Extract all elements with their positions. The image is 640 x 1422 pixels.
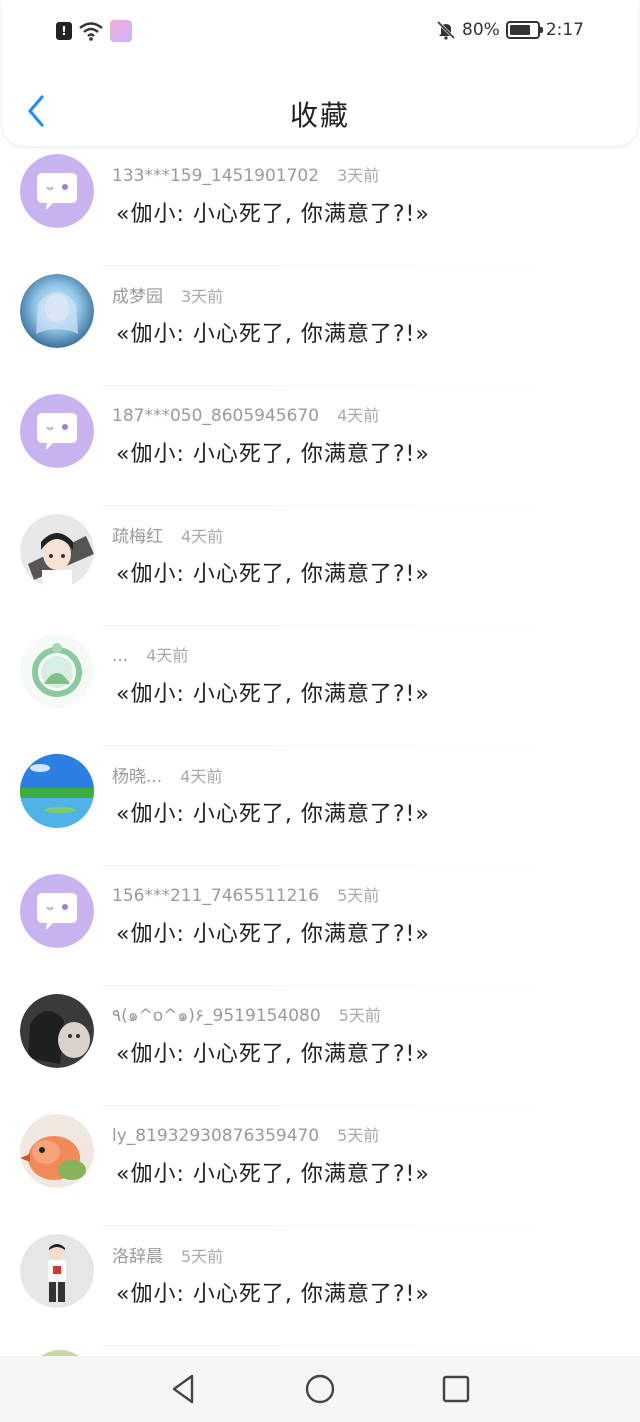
item-meta: 疏梅红 4天前: [112, 522, 223, 547]
quote-text[interactable]: «伽小: 小心死了, 你满意了?!»: [116, 316, 430, 348]
timestamp: 5天前: [337, 1126, 380, 1145]
favorites-list: 133***159_1451901702 3天前 «伽小: 小心死了, 你满意了?!…: [0, 146, 640, 1346]
battery-icon: [505, 21, 543, 39]
username[interactable]: ٩(๑^o^๑)۶_9519154080: [112, 1002, 321, 1029]
favorites-page: ! 80% 2:17 收藏 133***159_1451901702 3天前 «…: [0, 0, 640, 1422]
list-item[interactable]: ٩(๑^o^๑)۶_9519154080 5天前 «伽小: 小心死了, 你满意了?!…: [0, 986, 640, 1106]
divider: [100, 1345, 532, 1346]
circle-home-icon[interactable]: [302, 1371, 338, 1407]
avatar[interactable]: [20, 154, 94, 228]
avatar[interactable]: [20, 874, 94, 948]
username[interactable]: 187***050_8605945670: [112, 406, 319, 426]
item-meta: 成梦园 3天前: [112, 282, 223, 307]
avatar[interactable]: [20, 514, 94, 588]
timestamp: 4天前: [181, 527, 224, 546]
wifi-icon: [79, 22, 103, 41]
username[interactable]: 杨晓...: [112, 762, 162, 787]
quote-text[interactable]: «伽小: 小心死了, 你满意了?!»: [116, 796, 430, 828]
list-item[interactable]: ... 4天前 «伽小: 小心死了, 你满意了?!»: [0, 626, 640, 746]
username[interactable]: ...: [112, 646, 128, 666]
quote-text[interactable]: «伽小: 小心死了, 你满意了?!»: [116, 1036, 430, 1068]
battery-fill: [509, 25, 530, 35]
clock: 2:17: [545, 20, 584, 40]
page-title: 收藏: [289, 99, 350, 132]
timestamp: 5天前: [338, 1006, 381, 1025]
list-item[interactable]: 杨晓... 4天前 «伽小: 小心死了, 你满意了?!»: [0, 746, 640, 866]
avatar[interactable]: [20, 754, 94, 828]
list-item[interactable]: 156***211_7465511216 5天前 «伽小: 小心死了, 你满意了?!…: [0, 866, 640, 986]
quote-text[interactable]: «伽小: 小心死了, 你满意了?!»: [116, 676, 430, 708]
quote-text[interactable]: «伽小: 小心死了, 你满意了?!»: [116, 556, 430, 588]
system-nav-bar: [0, 1356, 640, 1422]
item-meta: ٩(๑^o^๑)۶_9519154080 5天前: [112, 1002, 381, 1029]
timestamp: 3天前: [181, 287, 224, 306]
username[interactable]: 156***211_7465511216: [112, 886, 319, 906]
username[interactable]: 成梦园: [112, 282, 163, 307]
status-right: 80% 2:17: [436, 20, 584, 40]
avatar[interactable]: [20, 394, 94, 468]
avatar[interactable]: [20, 274, 94, 348]
square-recents-icon[interactable]: [438, 1371, 474, 1407]
list-item[interactable]: ly_81932930876359470 5天前 «伽小: 小心死了, 你满意了?!…: [0, 1106, 640, 1226]
bell-muted-icon: [436, 20, 456, 40]
username[interactable]: ly_81932930876359470: [112, 1126, 319, 1146]
nav-bar: 收藏: [2, 80, 638, 142]
quote-text[interactable]: «伽小: 小心死了, 你满意了?!»: [116, 436, 430, 468]
list-item[interactable]: 133***159_1451901702 3天前 «伽小: 小心死了, 你满意了?!…: [0, 146, 640, 266]
quote-text[interactable]: «伽小: 小心死了, 你满意了?!»: [116, 196, 430, 228]
item-meta: 杨晓... 4天前: [112, 762, 222, 787]
list-item[interactable]: 疏梅红 4天前 «伽小: 小心死了, 你满意了?!»: [0, 506, 640, 626]
battery-percent: 80%: [462, 20, 500, 40]
alert-icon: !: [56, 22, 72, 40]
username[interactable]: 洛辞晨: [112, 1242, 163, 1267]
timestamp: 4天前: [146, 646, 189, 665]
item-meta: 156***211_7465511216 5天前: [112, 882, 379, 906]
item-meta: ... 4天前: [112, 642, 188, 666]
quote-text[interactable]: «伽小: 小心死了, 你满意了?!»: [116, 916, 430, 948]
quote-text[interactable]: «伽小: 小心死了, 你满意了?!»: [116, 1156, 430, 1188]
timestamp: 3天前: [337, 166, 380, 185]
list-item[interactable]: 成梦园 3天前 «伽小: 小心死了, 你满意了?!»: [0, 266, 640, 386]
list-item[interactable]: 洛辞晨 5天前 «伽小: 小心死了, 你满意了?!»: [0, 1226, 640, 1346]
app-badge-icon: [110, 20, 132, 42]
triangle-back-icon[interactable]: [166, 1371, 202, 1407]
avatar[interactable]: [20, 1234, 94, 1308]
avatar[interactable]: [20, 634, 94, 708]
header: ! 80% 2:17 收藏: [2, 0, 638, 146]
list-item[interactable]: 187***050_8605945670 4天前 «伽小: 小心死了, 你满意了?!…: [0, 386, 640, 506]
username[interactable]: 133***159_1451901702: [112, 166, 319, 186]
timestamp: 5天前: [337, 886, 380, 905]
item-meta: 133***159_1451901702 3天前: [112, 162, 379, 186]
avatar[interactable]: [20, 994, 94, 1068]
status-bar: ! 80% 2:17: [2, 14, 638, 50]
item-meta: 187***050_8605945670 4天前: [112, 402, 379, 426]
avatar[interactable]: [20, 1114, 94, 1188]
quote-text[interactable]: «伽小: 小心死了, 你满意了?!»: [116, 1276, 430, 1308]
status-left: !: [56, 20, 132, 42]
timestamp: 4天前: [180, 767, 223, 786]
item-meta: 洛辞晨 5天前: [112, 1242, 223, 1267]
item-meta: ly_81932930876359470 5天前: [112, 1122, 379, 1146]
timestamp: 4天前: [337, 406, 380, 425]
timestamp: 5天前: [181, 1247, 224, 1266]
username[interactable]: 疏梅红: [112, 522, 163, 547]
